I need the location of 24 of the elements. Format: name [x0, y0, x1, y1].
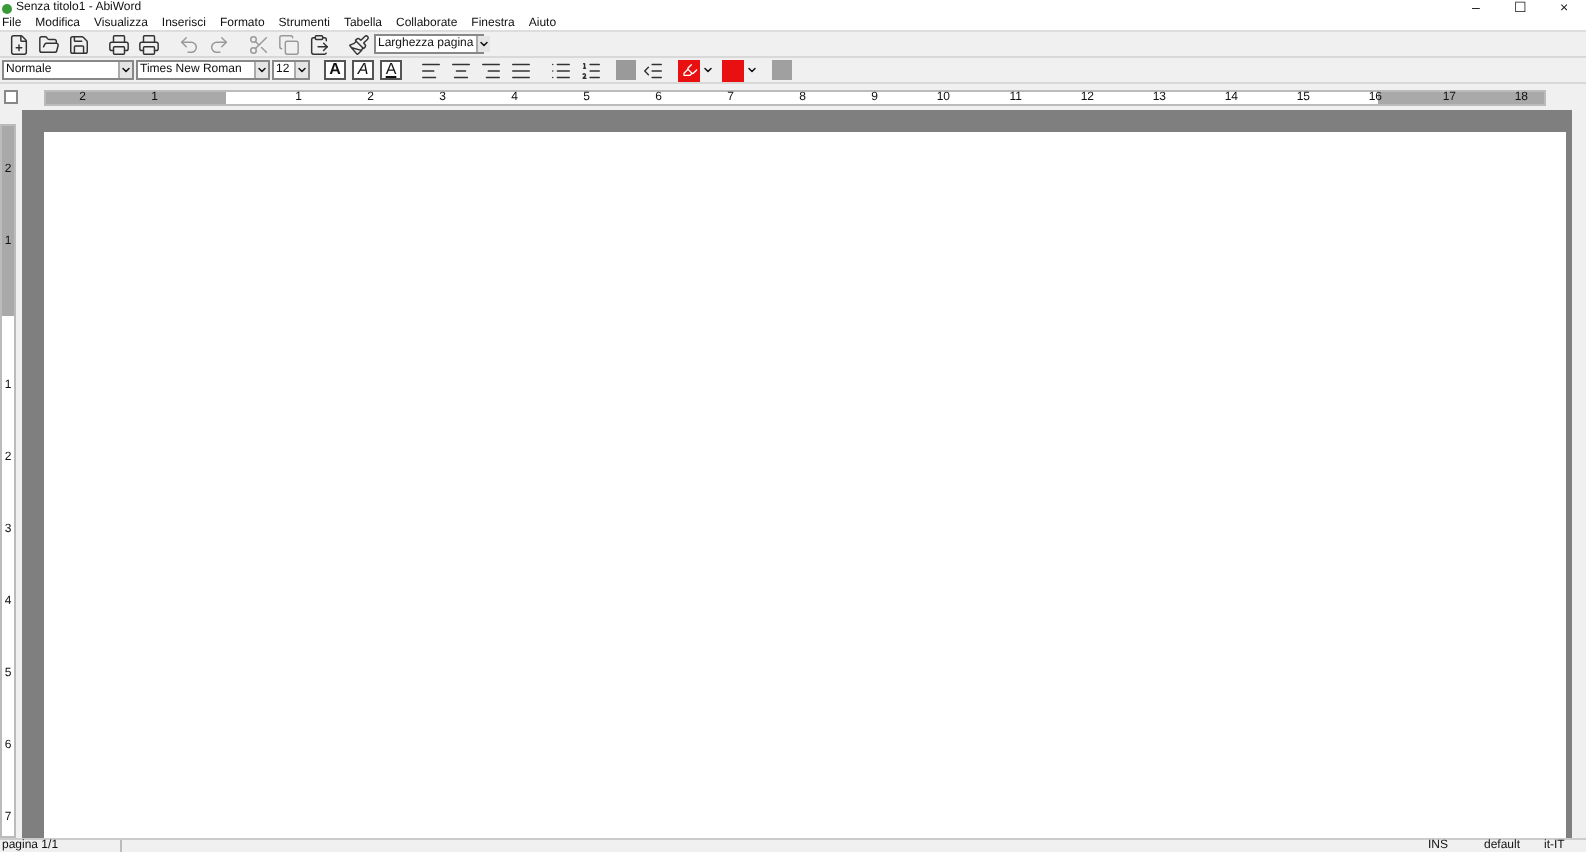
align-left-icon[interactable]	[416, 58, 444, 82]
caret-icon[interactable]	[746, 64, 758, 76]
open-folder-icon[interactable]	[34, 32, 62, 56]
justify-icon[interactable]	[506, 58, 534, 82]
highlight-color-icon[interactable]	[678, 59, 700, 81]
caret-icon[interactable]	[254, 62, 268, 78]
caret-icon[interactable]	[118, 62, 132, 78]
caret-icon[interactable]	[294, 62, 308, 78]
caret-icon[interactable]	[475, 36, 490, 52]
italic-button[interactable]: A	[352, 60, 374, 80]
underline-button[interactable]: A	[380, 60, 402, 80]
app-icon	[2, 3, 12, 13]
brush-icon[interactable]	[344, 32, 372, 56]
outdent-icon[interactable]	[638, 58, 666, 82]
printer-icon[interactable]	[134, 32, 162, 56]
bold-button[interactable]: A	[324, 60, 346, 80]
text-color-icon[interactable]	[722, 59, 744, 81]
align-center-icon[interactable]	[446, 58, 474, 82]
align-right-icon[interactable]	[476, 58, 504, 82]
save-icon[interactable]	[64, 32, 92, 56]
caret-icon[interactable]	[702, 64, 714, 76]
printer-icon[interactable]	[104, 32, 132, 56]
numbered-list-icon[interactable]	[576, 58, 604, 82]
tab-selector-icon[interactable]	[4, 90, 18, 104]
